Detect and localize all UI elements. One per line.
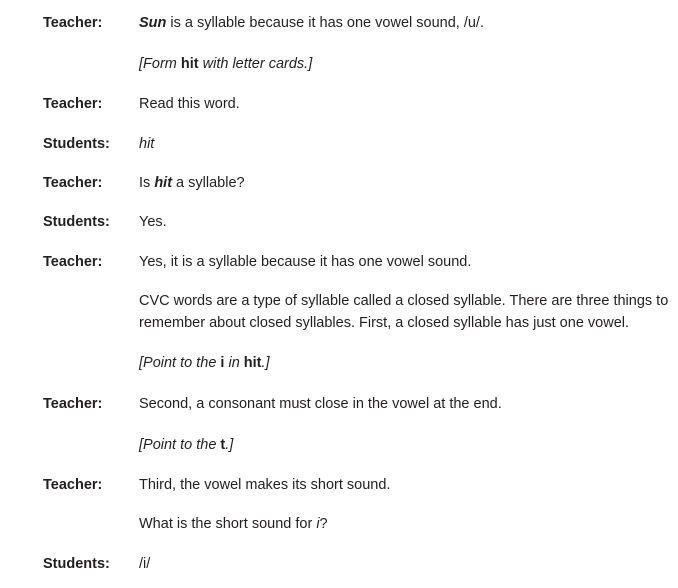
stage-direction: [Form hit with letter cards.]	[139, 56, 313, 72]
speaker-label: Teacher:	[43, 254, 103, 270]
speaker-label: Teacher:	[43, 96, 103, 112]
speaker-label: Teacher:	[43, 477, 103, 493]
speaker-label: Students:	[43, 214, 110, 230]
speaker-label: Teacher:	[43, 175, 103, 191]
dialogue-text: /i/	[139, 556, 151, 572]
speaker-label: Students:	[43, 136, 110, 152]
stage-direction: [Point to the i in hit.]	[139, 355, 270, 371]
dialogue-text: Third, the vowel makes its short sound.	[139, 477, 391, 493]
stage-direction: [Point to the t.]	[139, 437, 234, 453]
dialogue-paragraph: CVC words are a type of syllable called …	[139, 293, 669, 331]
dialogue-text: Second, a consonant must close in the vo…	[139, 396, 502, 412]
dialogue-text: What is the short sound for i?	[139, 516, 328, 532]
speaker-label: Teacher:	[43, 396, 103, 412]
dialogue-text: Read this word.	[139, 96, 240, 112]
speaker-label: Students:	[43, 556, 110, 572]
dialogue-text: hit	[139, 136, 155, 152]
dialogue-text: Sun is a syllable because it has one vow…	[139, 15, 484, 31]
dialogue-text: Yes.	[139, 214, 167, 230]
dialogue-text: Yes, it is a syllable because it has one…	[139, 254, 472, 270]
speaker-label: Teacher:	[43, 15, 103, 31]
dialogue-text: Is hit a syllable?	[139, 175, 245, 191]
